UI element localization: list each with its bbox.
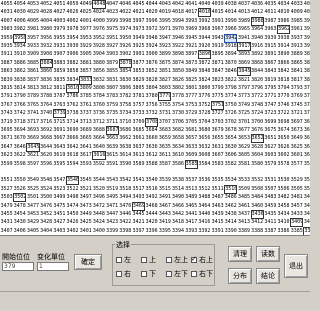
grid-cell[interactable]: 3598 [13, 160, 26, 169]
grid-cell[interactable]: 3577 [290, 160, 303, 169]
grid-cell[interactable]: 3585 [184, 159, 198, 169]
grid-cell[interactable]: 3587 [158, 160, 171, 169]
grid-cell[interactable]: 3392 [198, 227, 211, 235]
grid-cell[interactable]: 3389 [237, 227, 250, 235]
grid-cell[interactable]: 3593 [79, 160, 92, 169]
change-unit-label: 变化單位 [37, 253, 65, 261]
grid-cell[interactable]: 3391 [211, 227, 224, 235]
conclusion-button[interactable]: 结论 [256, 268, 280, 284]
checkbox-icon[interactable] [116, 257, 122, 263]
exit-button[interactable]: 退出 [284, 254, 308, 278]
grid-row: 3407 3406 3405 3404 3403 3402 3401 3400 3399 3398… [0, 226, 310, 235]
direction-checkbox[interactable]: 右 [116, 269, 131, 279]
grid-cell[interactable]: 3581 [237, 160, 250, 169]
grid-cell[interactable]: 3401 [79, 227, 92, 235]
grid-cell[interactable]: 3590 [119, 160, 132, 169]
grid-cell[interactable]: 3393 [185, 227, 198, 235]
grid-cell[interactable]: 3579 [264, 160, 277, 169]
grid-cell[interactable]: 3595 [53, 160, 66, 169]
grid-cell[interactable]: 3386 [277, 227, 290, 235]
start-position-field[interactable]: 379 [2, 262, 34, 271]
direction-group [112, 244, 215, 286]
grid-cell[interactable]: 3399 [106, 227, 119, 235]
checkbox-icon[interactable] [191, 255, 197, 263]
start-position-label: 開始位位 [2, 253, 30, 261]
direction-checkbox[interactable]: 右上 [191, 255, 213, 265]
checkbox-label: 上 [149, 256, 156, 264]
grid-cell[interactable]: 3599 [0, 160, 13, 169]
direction-checkbox[interactable]: 左上 [166, 255, 188, 265]
grid-cell[interactable]: 3406 [13, 227, 26, 235]
grid-cell[interactable]: 3396 [145, 227, 158, 235]
direction-group-title: 选择 [115, 240, 131, 250]
checkbox-icon[interactable] [116, 271, 122, 277]
grid-cell[interactable]: 3394 [171, 227, 184, 235]
checkbox-label: 右下 [199, 270, 213, 278]
checkbox-label: 下 [149, 270, 156, 278]
grid-cell[interactable]: 3597 [26, 160, 39, 169]
grid-cell[interactable]: 3398 [119, 227, 132, 235]
checkbox-label: 右上 [199, 256, 213, 264]
status-bar [0, 291, 310, 311]
checkbox-icon[interactable] [141, 271, 147, 277]
direction-checkbox[interactable]: 右下 [191, 269, 213, 279]
confirm-button[interactable]: 確定 [74, 254, 102, 270]
grid-cell[interactable]: 3404 [40, 227, 53, 235]
grid-cell[interactable]: 3403 [53, 227, 66, 235]
grid-cell[interactable]: 3402 [66, 227, 79, 235]
grid-cell[interactable]: 3582 [224, 160, 237, 169]
distribute-button[interactable]: 分布 [228, 268, 252, 284]
checkbox-label: 左上 [174, 256, 188, 264]
read-button[interactable]: 读数 [256, 246, 280, 262]
grid-cell[interactable]: 3594 [66, 160, 79, 169]
grid-cell[interactable]: 3400 [92, 227, 105, 235]
checkbox-icon[interactable] [191, 271, 197, 277]
grid-row: 3599 3598 3597 3596 3595 3594 3593 3592 3591 3590… [0, 159, 310, 169]
direction-checkbox[interactable]: 上 [141, 255, 156, 265]
grid-cell[interactable]: 3387 [264, 227, 277, 235]
checkbox-label: 左下 [174, 270, 188, 278]
grid-cell[interactable]: 3384 [303, 226, 310, 235]
checkbox-label: 右 [124, 270, 131, 278]
grid-cell[interactable]: 3390 [224, 227, 237, 235]
direction-checkbox[interactable]: 左下 [166, 269, 188, 279]
direction-checkbox[interactable]: 下 [141, 269, 156, 279]
grid-cell[interactable]: 3385 [290, 227, 303, 235]
grid-cell[interactable]: 3596 [40, 160, 53, 169]
checkbox-label: 左 [124, 256, 131, 264]
grid-cell[interactable]: 3591 [106, 160, 119, 169]
checkbox-icon[interactable] [141, 257, 147, 263]
checkbox-icon[interactable] [166, 271, 172, 277]
grid-cell[interactable]: 3583 [211, 160, 224, 169]
grid-cell[interactable]: 3388 [251, 227, 264, 235]
grid-cell[interactable]: 3407 [0, 227, 13, 235]
grid-cell[interactable]: 3589 [132, 160, 145, 169]
grid-cell[interactable]: 3584 [198, 160, 211, 169]
change-unit-field[interactable]: 1 [37, 262, 69, 271]
grid-cell[interactable]: 3395 [158, 227, 171, 235]
checkbox-icon[interactable] [166, 257, 172, 263]
clear-button[interactable]: 清理 [228, 246, 252, 262]
grid-cell[interactable]: 3405 [26, 227, 39, 235]
direction-checkbox[interactable]: 左 [116, 255, 131, 265]
grid-cell[interactable]: 3576 [303, 160, 310, 169]
grid-cell[interactable]: 3397 [132, 227, 145, 235]
number-grid[interactable]: 4055 4054 4053 4052 4051 4050 4049 4048 4047 4046… [0, 0, 310, 236]
grid-cell[interactable]: 3580 [251, 160, 264, 169]
grid-cell[interactable]: 3592 [92, 160, 105, 169]
grid-cell[interactable]: 3578 [277, 160, 290, 169]
grid-cell[interactable]: 3586 [171, 160, 184, 169]
grid-cell[interactable]: 3588 [145, 160, 158, 169]
